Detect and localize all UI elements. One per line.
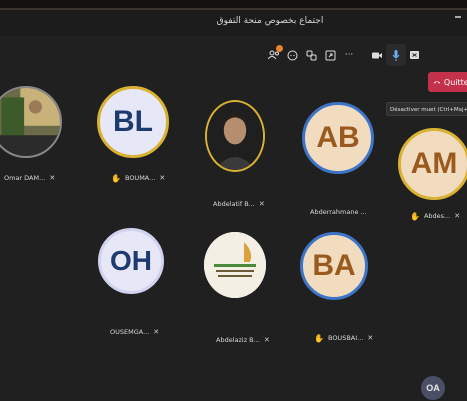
screen-share-glyph bbox=[409, 51, 419, 59]
mic-off-icon: ✕ bbox=[153, 328, 160, 336]
participant-tile[interactable]: Omar DAM... ✕ bbox=[0, 86, 80, 216]
participant-tile[interactable]: AB Abderrahmane ... bbox=[302, 102, 392, 232]
mic-off-icon: ✕ bbox=[49, 174, 56, 182]
raised-hand-icon: ✋ bbox=[410, 211, 420, 221]
university-logo bbox=[204, 232, 266, 298]
participant-name: Abdelatif B... bbox=[213, 200, 255, 208]
mic-off-icon: ✕ bbox=[367, 334, 374, 342]
chat-icon[interactable] bbox=[283, 46, 301, 64]
camera-glyph bbox=[372, 52, 382, 58]
avatar bbox=[205, 100, 265, 172]
screen-share-icon[interactable] bbox=[405, 46, 423, 64]
hangup-icon bbox=[433, 81, 441, 84]
participant-tile[interactable]: Abdelaziz B... ✕ bbox=[204, 232, 294, 362]
participant-name: Abdelaziz B... bbox=[216, 336, 260, 344]
participant-tile[interactable]: BL ✋ BOUMA... ✕ bbox=[97, 86, 187, 216]
mic-icon[interactable] bbox=[386, 44, 406, 66]
participant-name-row: ✋ Abdes... ✕ bbox=[410, 210, 467, 222]
meeting-title: اجتماع بخصوص منحة التفوق bbox=[216, 16, 324, 26]
avatar bbox=[0, 86, 62, 158]
teams-meeting-window: اجتماع بخصوص منحة التفوق ··· Quitter bbox=[0, 8, 467, 401]
participant-name: Abderrahmane ... bbox=[310, 208, 367, 216]
mic-off-icon: ✕ bbox=[258, 200, 265, 208]
participant-tile[interactable]: Abdelatif B... ✕ bbox=[205, 100, 295, 230]
people-icon[interactable] bbox=[265, 45, 283, 64]
share-glyph bbox=[325, 50, 335, 60]
avatar: OH bbox=[98, 228, 164, 294]
minimize-icon[interactable] bbox=[455, 16, 461, 18]
participant-tile[interactable]: BA ✋ BOUSBAI... ✕ bbox=[300, 232, 390, 362]
raised-hand-icon: ✋ bbox=[111, 173, 121, 183]
reactions-icon[interactable] bbox=[302, 46, 320, 64]
participant-photo bbox=[0, 88, 60, 156]
mic-glyph bbox=[392, 49, 400, 61]
quit-button[interactable]: Quitter bbox=[428, 72, 467, 92]
avatar: AM bbox=[398, 128, 467, 200]
participant-photo bbox=[207, 102, 263, 170]
mic-off-icon: ✕ bbox=[159, 174, 166, 182]
avatar: AB bbox=[302, 102, 374, 174]
self-avatar[interactable]: OA bbox=[421, 376, 445, 400]
participant-tile[interactable]: AM ✋ Abdes... ✕ bbox=[398, 128, 467, 258]
mic-off-icon: ✕ bbox=[454, 212, 461, 220]
chat-glyph bbox=[287, 50, 297, 60]
reactions-glyph bbox=[306, 50, 316, 60]
mic-tooltip: Désactiver muet (Ctrl+Maj+M) bbox=[386, 102, 467, 116]
title-bar: اجتماع بخصوص منحة التفوق bbox=[0, 10, 467, 36]
participant-name: BOUSBAI... bbox=[327, 334, 364, 342]
more-icon[interactable]: ··· bbox=[340, 46, 358, 64]
avatar: BL bbox=[97, 86, 169, 158]
avatar: BA bbox=[300, 232, 368, 300]
camera-icon[interactable] bbox=[368, 46, 386, 64]
participant-name: OUSEMGA... bbox=[110, 328, 150, 336]
avatar bbox=[204, 232, 266, 298]
quit-label: Quitter bbox=[443, 77, 467, 87]
share-icon[interactable] bbox=[321, 46, 339, 64]
participant-name-row: ✋ BOUSBAI... ✕ bbox=[314, 332, 434, 344]
meeting-toolbar: ··· bbox=[0, 36, 467, 74]
participant-tile[interactable]: OH OUSEMGA... ✕ bbox=[98, 228, 188, 358]
mic-off-icon: ✕ bbox=[263, 336, 270, 344]
notification-badge bbox=[276, 45, 283, 52]
participant-name: BOUMA... bbox=[124, 174, 156, 182]
raised-hand-icon: ✋ bbox=[314, 333, 324, 343]
participant-name: Omar DAM... bbox=[4, 174, 46, 182]
participant-name: Abdes... bbox=[423, 212, 451, 220]
